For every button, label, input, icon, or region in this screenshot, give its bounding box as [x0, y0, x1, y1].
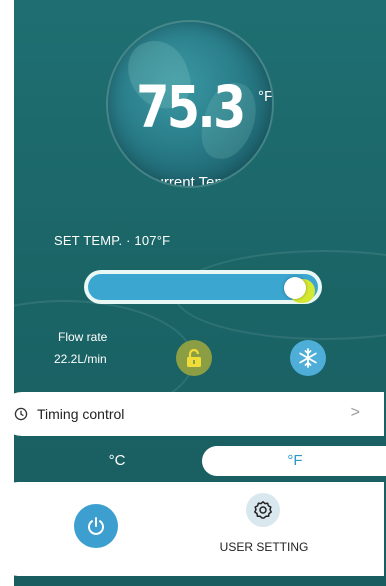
timing-control-row[interactable]: Timing control > — [0, 392, 384, 436]
gear-icon — [254, 501, 272, 519]
power-icon — [88, 517, 104, 535]
lock-button[interactable] — [176, 340, 212, 376]
temperature-dial: 75.3 °F Current Temp — [108, 22, 272, 186]
power-button[interactable] — [74, 504, 118, 548]
fahrenheit-toggle[interactable]: °F — [202, 446, 386, 476]
cooling-button[interactable] — [290, 340, 326, 376]
celsius-toggle[interactable]: °C — [92, 452, 142, 469]
timing-control-label: Timing control — [37, 406, 125, 422]
snowflake-icon — [299, 348, 317, 368]
bottom-action-panel: USER SETTING — [0, 482, 384, 576]
slider-knob[interactable] — [284, 277, 306, 299]
clock-icon — [14, 407, 28, 421]
user-setting-button[interactable] — [246, 493, 280, 527]
current-temperature-value: 75.3 — [136, 73, 246, 141]
flow-rate-label: Flow rate — [58, 330, 108, 344]
unlock-icon — [187, 348, 201, 367]
set-temp-label: SET TEMP. · 107°F — [54, 233, 171, 248]
temperature-slider[interactable] — [84, 270, 322, 304]
chevron-right-icon: > — [350, 404, 360, 421]
current-temp-caption: Current Temp — [144, 174, 236, 186]
flow-rate-value: 22.2L/min — [54, 352, 107, 366]
temperature-unit: °F — [258, 88, 272, 105]
user-setting-label[interactable]: USER SETTING — [214, 540, 314, 554]
